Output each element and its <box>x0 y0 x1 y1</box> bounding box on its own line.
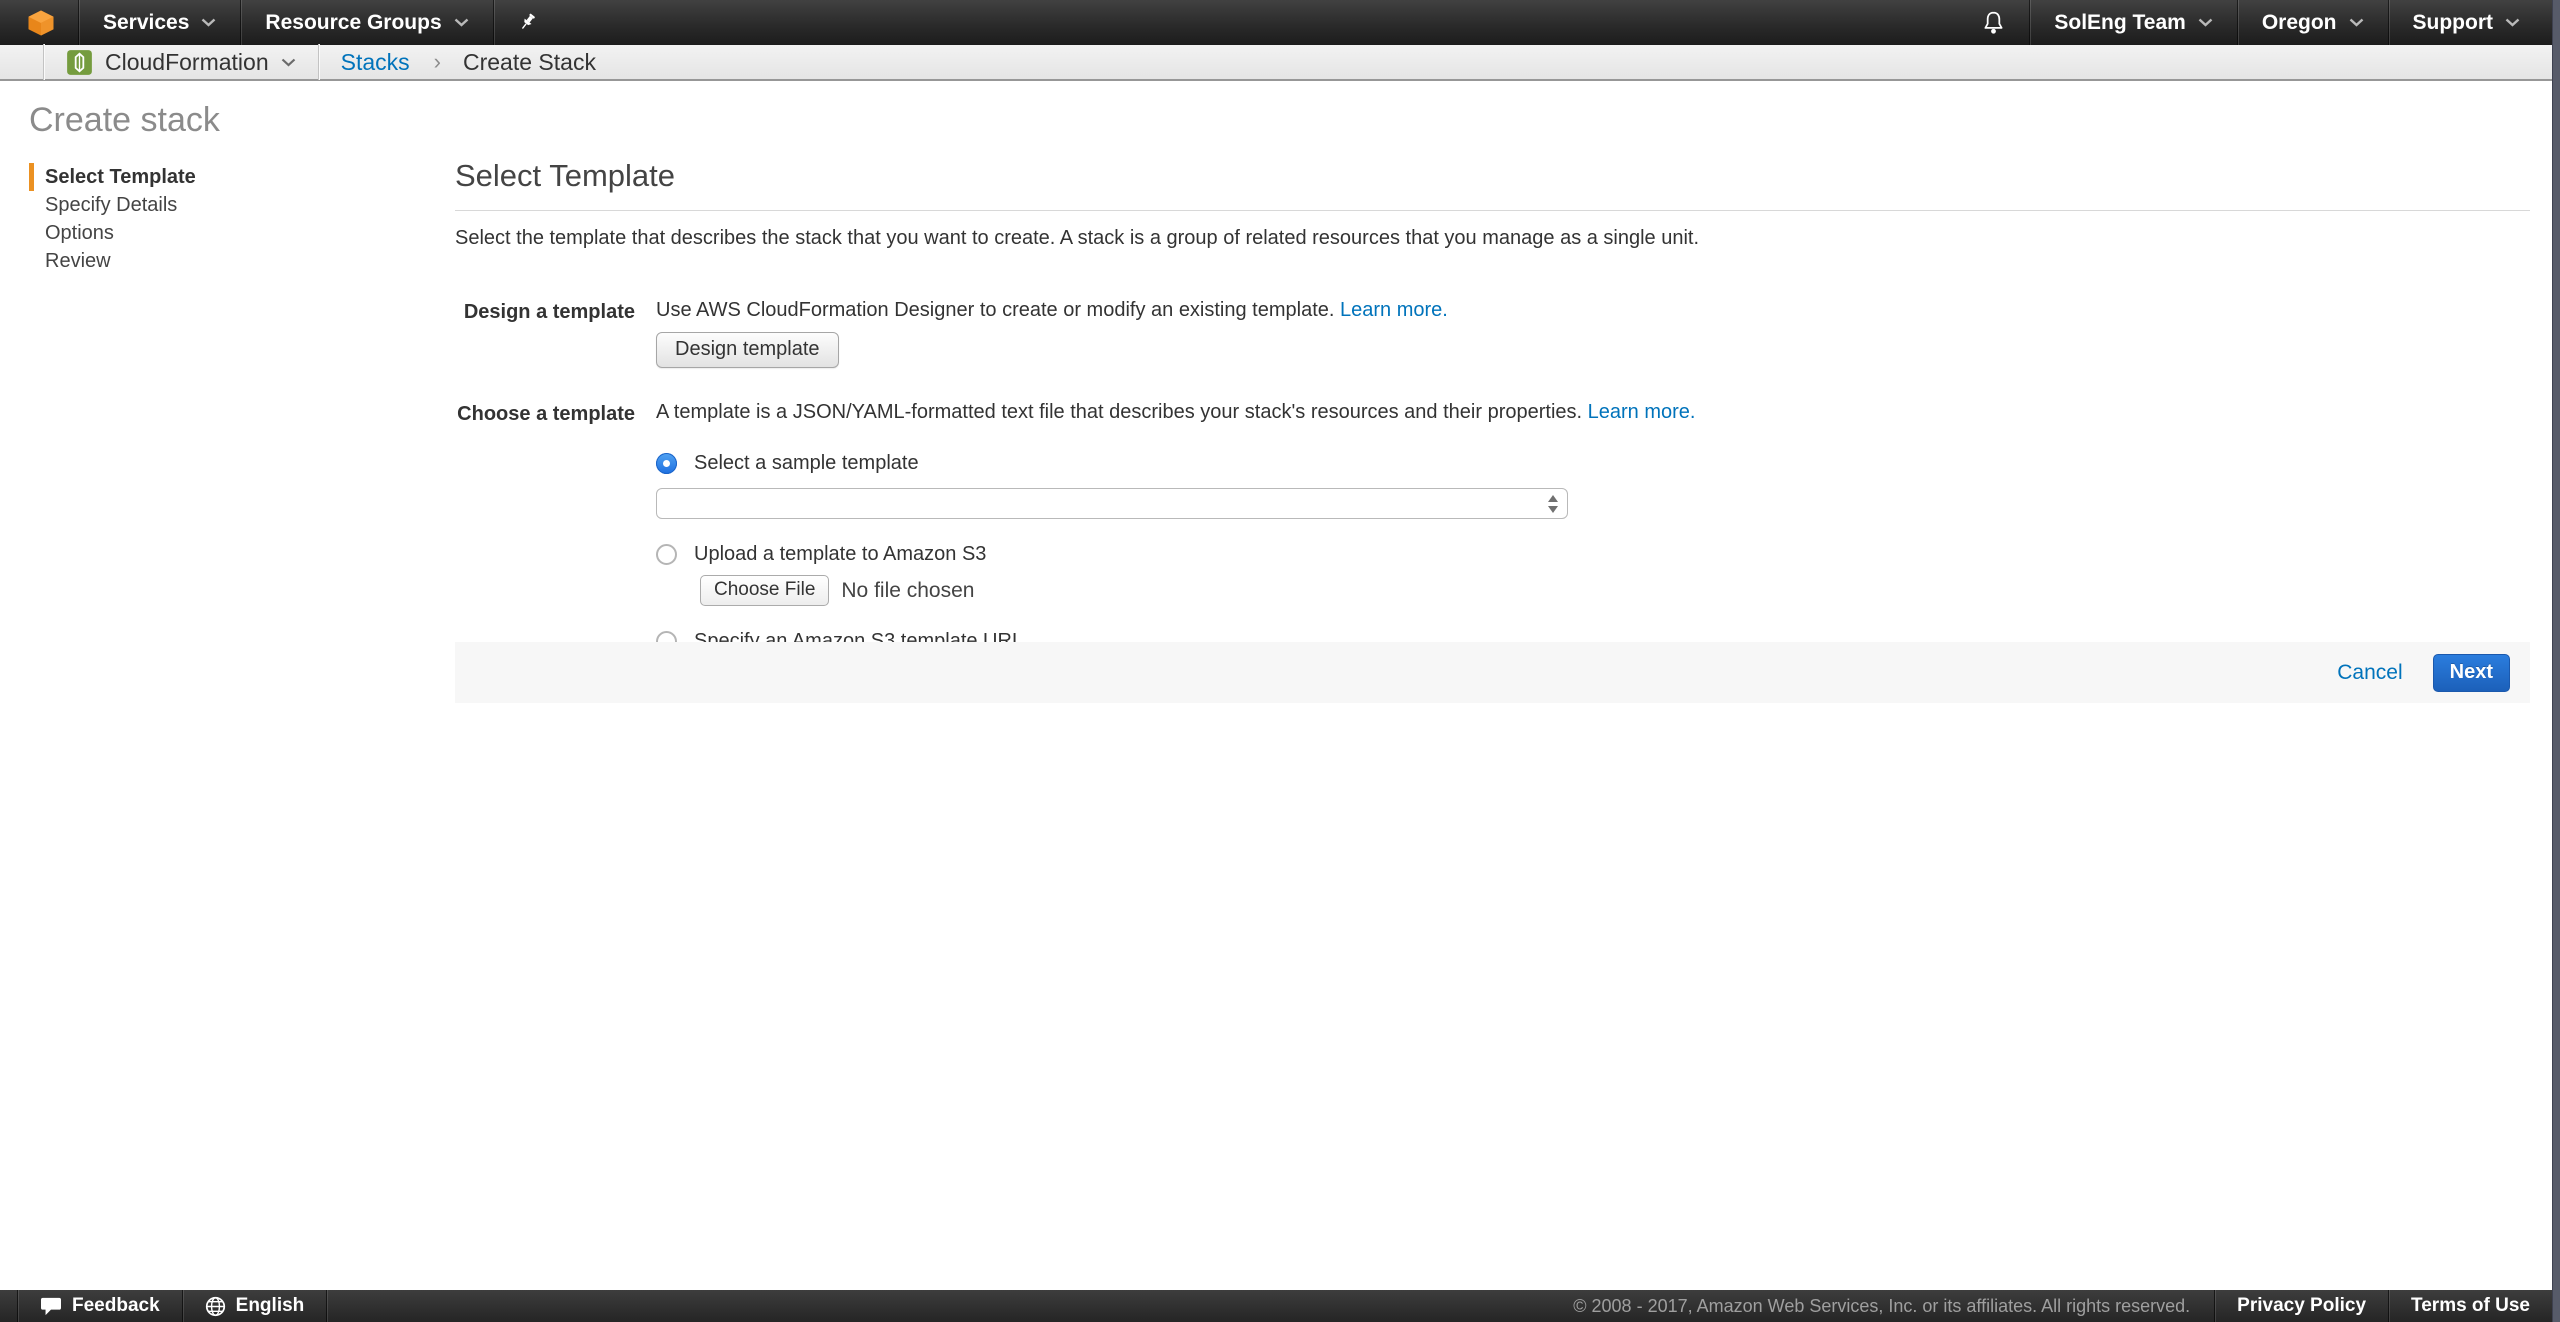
radio-label-upload: Upload a template to Amazon S3 <box>694 543 986 566</box>
breadcrumb-current: Create Stack <box>451 49 596 76</box>
wizard-step-specify-details: Specify Details <box>29 191 196 219</box>
radio-select-sample-template[interactable]: Select a sample template <box>656 452 1695 475</box>
footer-divider <box>326 1290 327 1322</box>
chevron-down-icon <box>201 18 216 27</box>
nav-notifications-button[interactable] <box>1958 0 2029 45</box>
file-status-text: No file chosen <box>841 579 974 603</box>
radio-button-selected-icon[interactable] <box>656 453 677 474</box>
design-template-description: Use AWS CloudFormation Designer to creat… <box>656 299 1334 321</box>
heading-divider <box>455 210 2530 211</box>
language-button[interactable]: English <box>183 1290 327 1322</box>
nav-support-menu[interactable]: Support <box>2389 0 2560 45</box>
terms-of-use-link[interactable]: Terms of Use <box>2389 1295 2560 1317</box>
breadcrumb-separator: › <box>424 49 451 75</box>
design-template-label: Design a template <box>455 299 635 324</box>
next-button[interactable]: Next <box>2433 654 2510 692</box>
main-content: Select Template Select the template that… <box>455 158 2530 694</box>
choose-template-label: Choose a template <box>455 401 635 426</box>
vertical-scrollbar[interactable] <box>2552 0 2560 1322</box>
choose-file-button[interactable]: Choose File <box>700 575 829 606</box>
copyright-text: © 2008 - 2017, Amazon Web Services, Inc.… <box>1549 1296 2214 1317</box>
wizard-steps: Select Template Specify Details Options … <box>29 163 196 275</box>
nav-services-menu[interactable]: Services <box>79 0 240 45</box>
aws-logo[interactable] <box>0 0 78 45</box>
nav-region-label: Oregon <box>2262 11 2337 35</box>
radio-label-sample: Select a sample template <box>694 452 919 475</box>
top-nav-bar: Services Resource Groups SolEng Team <box>0 0 2560 45</box>
cloudformation-icon <box>66 49 93 76</box>
file-upload-row: Choose File No file chosen <box>700 575 1695 606</box>
nav-region-menu[interactable]: Oregon <box>2238 0 2388 45</box>
chevron-down-icon <box>2349 18 2364 27</box>
privacy-policy-link[interactable]: Privacy Policy <box>2215 1295 2388 1317</box>
chevron-down-icon <box>2198 18 2213 27</box>
choose-template-description: A template is a JSON/YAML-formatted text… <box>656 401 1582 423</box>
design-learn-more-link[interactable]: Learn more. <box>1340 299 1448 321</box>
chevron-down-icon <box>454 18 469 27</box>
page-title: Create stack <box>29 101 220 140</box>
breadcrumb-stacks-link[interactable]: Stacks <box>319 49 424 76</box>
pushpin-icon <box>518 11 539 34</box>
wizard-action-bar: Cancel Next <box>455 642 2530 703</box>
nav-resource-groups-menu[interactable]: Resource Groups <box>241 0 492 45</box>
choose-learn-more-link[interactable]: Learn more. <box>1588 401 1696 423</box>
breadcrumb: CloudFormation Stacks › Create Stack <box>0 45 2560 81</box>
footer-bar: Feedback English © 2008 - 2017, Amazon W… <box>0 1290 2560 1322</box>
nav-support-label: Support <box>2413 11 2493 35</box>
aws-cube-icon <box>26 8 56 38</box>
select-spinner-icon <box>1548 495 1558 513</box>
design-template-row: Design a template Use AWS CloudFormation… <box>455 299 2530 368</box>
radio-button-icon[interactable] <box>656 544 677 565</box>
wizard-step-select-template: Select Template <box>29 163 196 191</box>
sample-template-select[interactable] <box>656 488 1568 519</box>
section-heading: Select Template <box>455 158 2530 194</box>
wizard-step-review: Review <box>29 247 196 275</box>
cancel-button[interactable]: Cancel <box>2337 661 2402 685</box>
chevron-down-icon <box>2505 18 2520 27</box>
wizard-step-options: Options <box>29 219 196 247</box>
language-label: English <box>236 1295 305 1317</box>
speech-bubble-icon <box>40 1296 62 1316</box>
nav-services-label: Services <box>103 11 189 35</box>
section-intro: Select the template that describes the s… <box>455 227 2530 250</box>
radio-upload-template[interactable]: Upload a template to Amazon S3 <box>656 543 1695 566</box>
feedback-button[interactable]: Feedback <box>18 1290 182 1322</box>
nav-account-menu[interactable]: SolEng Team <box>2030 0 2236 45</box>
breadcrumb-service-menu[interactable]: CloudFormation <box>44 44 318 80</box>
bell-icon <box>1982 10 2005 35</box>
globe-icon <box>205 1296 226 1317</box>
nav-resource-groups-label: Resource Groups <box>265 11 441 35</box>
breadcrumb-service-label: CloudFormation <box>105 49 269 76</box>
nav-account-label: SolEng Team <box>2054 11 2185 35</box>
design-template-button[interactable]: Design template <box>656 332 839 368</box>
footer-pad <box>0 1290 17 1322</box>
nav-pin-button[interactable] <box>494 0 563 45</box>
feedback-label: Feedback <box>72 1295 160 1317</box>
chevron-down-icon <box>281 58 296 67</box>
